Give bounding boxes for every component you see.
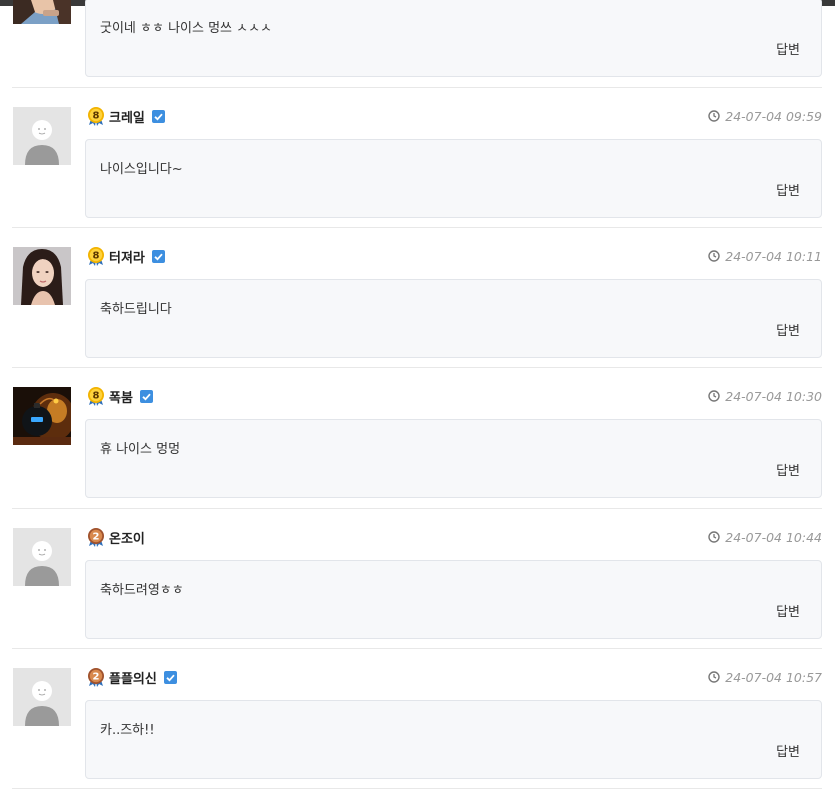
reply-button[interactable]: 답변	[776, 601, 800, 620]
comment-text: 나이스입니다~	[100, 162, 183, 177]
comment-box: 카..즈하!! 답변	[85, 700, 822, 779]
reply-button[interactable]: 답변	[776, 741, 800, 760]
timestamp-text: 24-07-04 09:59	[725, 108, 822, 124]
author-name[interactable]: 크레일	[109, 107, 145, 126]
author-name[interactable]: 폭붐	[109, 387, 133, 406]
woman-photo-avatar-icon	[13, 247, 71, 305]
level-badge-icon: 2	[88, 528, 104, 547]
avatar[interactable]	[13, 668, 71, 726]
level-number: 8	[93, 391, 100, 402]
comment-meta: 8 터져라	[86, 246, 165, 266]
comment-meta: 2 플플의신	[86, 667, 177, 687]
comment-box: 축하드립니다 답변	[85, 279, 822, 358]
comment-meta: 2 온조이	[86, 527, 152, 547]
comment-meta: 8 크레일	[86, 106, 165, 126]
comment-box: 휴 나이스 멍멍 답변	[85, 419, 822, 498]
comment-text: 카..즈하!!	[100, 723, 155, 738]
verified-check-icon	[151, 109, 165, 123]
photo-avatar-icon	[13, 0, 71, 24]
comment-timestamp: 24-07-04 10:57	[708, 667, 822, 687]
comment-timestamp: 24-07-04 09:59	[708, 106, 822, 126]
clock-icon	[708, 250, 720, 262]
comment-text: 굿이네 ㅎㅎ 나이스 멍쓰 ㅅㅅㅅ	[100, 21, 273, 36]
comment-timestamp: 24-07-04 10:44	[708, 527, 822, 547]
verified-check-icon	[163, 670, 177, 684]
avatar[interactable]	[13, 528, 71, 586]
divider	[12, 648, 822, 649]
level-badge-icon: 8	[88, 387, 104, 406]
level-number: 8	[93, 251, 100, 262]
author-name[interactable]: 터져라	[109, 247, 145, 266]
author-name[interactable]: 온조이	[109, 528, 145, 547]
divider	[12, 367, 822, 368]
clock-icon	[708, 671, 720, 683]
comment-text: 축하드립니다	[100, 302, 172, 317]
timestamp-text: 24-07-04 10:57	[725, 669, 822, 685]
bomb-photo-avatar-icon	[13, 387, 71, 445]
level-number: 2	[93, 672, 100, 683]
divider	[12, 508, 822, 509]
comment-timestamp: 24-07-04 10:30	[708, 386, 822, 406]
clock-icon	[708, 390, 720, 402]
level-badge-icon: 8	[88, 107, 104, 126]
comment-box: 나이스입니다~ 답변	[85, 139, 822, 218]
timestamp-text: 24-07-04 10:44	[725, 529, 822, 545]
divider	[12, 227, 822, 228]
verified-check-icon	[151, 249, 165, 263]
default-avatar-icon	[13, 668, 71, 726]
comment-timestamp: 24-07-04 10:11	[708, 246, 822, 266]
avatar[interactable]	[13, 387, 71, 445]
divider	[12, 87, 822, 88]
reply-button[interactable]: 답변	[776, 460, 800, 479]
comment-text: 축하드려영ㅎㅎ	[100, 583, 184, 598]
level-number: 2	[93, 532, 100, 543]
reply-button[interactable]: 답변	[776, 180, 800, 199]
author-name[interactable]: 플플의신	[109, 668, 157, 687]
divider	[12, 788, 822, 789]
level-number: 8	[93, 111, 100, 122]
timestamp-text: 24-07-04 10:11	[725, 248, 822, 264]
comment-text: 휴 나이스 멍멍	[100, 442, 181, 457]
avatar[interactable]	[13, 247, 71, 305]
avatar[interactable]	[13, 0, 71, 24]
comment-meta: 8 폭붐	[86, 386, 153, 406]
verified-check-icon	[139, 389, 153, 403]
default-avatar-icon	[13, 107, 71, 165]
clock-icon	[708, 110, 720, 122]
timestamp-text: 24-07-04 10:30	[725, 388, 822, 404]
default-avatar-icon	[13, 528, 71, 586]
reply-button[interactable]: 답변	[776, 39, 800, 58]
level-badge-icon: 2	[88, 668, 104, 687]
comment-box: 축하드려영ㅎㅎ 답변	[85, 560, 822, 639]
comment-box: 굿이네 ㅎㅎ 나이스 멍쓰 ㅅㅅㅅ 답변	[85, 0, 822, 77]
avatar[interactable]	[13, 107, 71, 165]
clock-icon	[708, 531, 720, 543]
level-badge-icon: 8	[88, 247, 104, 266]
reply-button[interactable]: 답변	[776, 320, 800, 339]
